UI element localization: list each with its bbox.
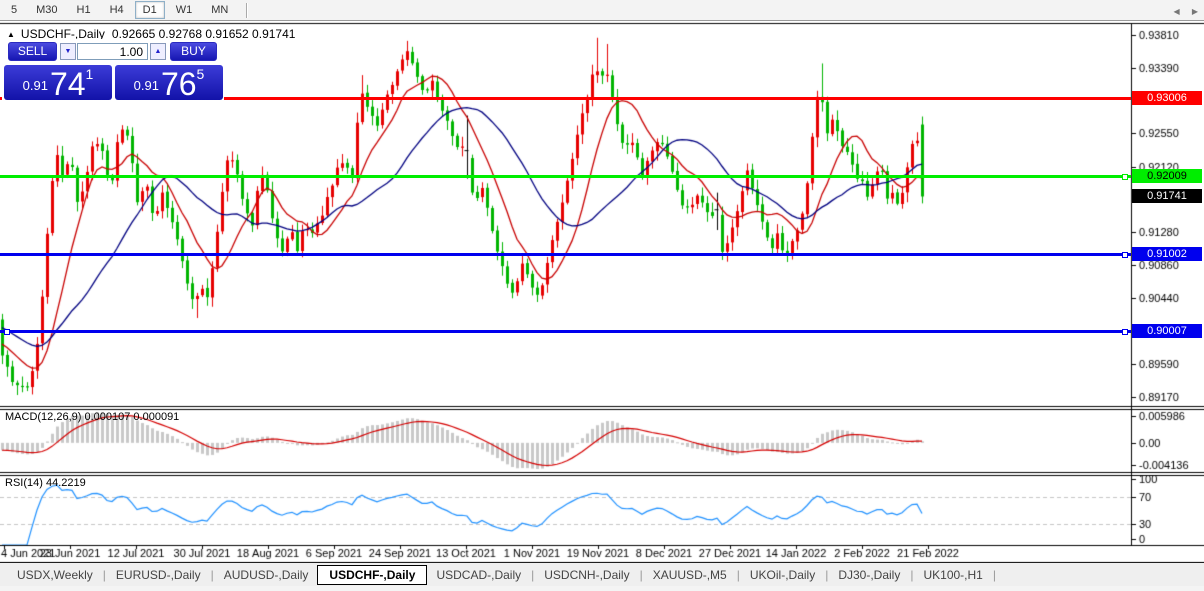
sell-price-prefix: 0.91 [23,78,48,93]
chart-tab-bar: USDX,Weekly|EURUSD-,Daily|AUDUSD-,DailyU… [0,563,1204,586]
collapse-icon[interactable]: ▲ [7,30,15,39]
horizontal-line-0.92009[interactable] [0,175,1131,178]
chart-tab-audusd-daily[interactable]: AUDUSD-,Daily [215,566,318,584]
sell-price-panel[interactable]: 0.91 74 1 [4,65,112,100]
line-handle[interactable] [1122,174,1128,180]
timeframe-button-5[interactable]: 5 [3,1,25,19]
price-label-0.93006: 0.93006 [1132,91,1202,105]
buy-price-sup: 5 [197,66,205,82]
mt4-window: 5M30H1H4D1W1MN ▲USDCHF-,Daily0.92665 0.9… [0,0,1204,591]
toolbar-separator [246,3,248,18]
chart-tab-uk100-h1[interactable]: UK100-,H1 [914,566,991,584]
timeframe-button-h4[interactable]: H4 [102,1,132,19]
line-handle[interactable] [1122,252,1128,258]
chart-tab-eurusd-daily[interactable]: EURUSD-,Daily [107,566,210,584]
macd-indicator-label: MACD(12,26,9) 0.000107 0.000091 [5,411,179,423]
timeframe-button-m30[interactable]: M30 [28,1,65,19]
timeframe-toolbar: 5M30H1H4D1W1MN [0,0,1204,21]
rsi-title: RSI(14) [5,477,43,489]
volume-input[interactable] [77,43,148,60]
arrow-up-icon: ▲ [155,48,162,55]
buy-button[interactable]: BUY [170,42,217,61]
volume-increase-button[interactable]: ▲ [150,43,166,60]
tab-scroll-left-icon[interactable]: ◀ [1173,7,1179,16]
timeframe-button-d1[interactable]: D1 [135,1,165,19]
sell-price-sup: 1 [86,66,94,82]
one-click-trading-widget: SELL ▼ ▲ BUY 0.91 74 1 0.91 76 5 [2,39,224,102]
chart-tab-usdchf-daily[interactable]: USDCHF-,Daily [317,565,427,585]
buy-price-big: 76 [161,72,197,97]
line-handle[interactable] [1122,329,1128,335]
tab-scroll-right-icon[interactable]: ▶ [1192,7,1198,16]
chart-tab-usdcad-daily[interactable]: USDCAD-,Daily [427,566,530,584]
macd-title: MACD(12,26,9) [5,411,81,423]
volume-decrease-button[interactable]: ▼ [60,43,76,60]
arrow-down-icon: ▼ [65,48,72,55]
sell-button[interactable]: SELL [8,42,57,61]
chart-tab-xauusd-m5[interactable]: XAUUSD-,M5 [644,566,736,584]
horizontal-line-0.91002[interactable] [0,253,1131,256]
buy-price-panel[interactable]: 0.91 76 5 [115,65,223,100]
price-label-0.91002: 0.91002 [1132,247,1202,261]
timeframe-button-w1[interactable]: W1 [168,1,201,19]
chart-tab-usdcnh-daily[interactable]: USDCNH-,Daily [535,566,638,584]
chart-tab-ukoil-daily[interactable]: UKOil-,Daily [741,566,824,584]
tab-scroll-arrows: ◀ ▶ [1163,7,1198,16]
sell-price-big: 74 [50,72,86,97]
macd-values: 0.000107 0.000091 [84,411,179,423]
chart-tab-dj30-daily[interactable]: DJ30-,Daily [829,566,909,584]
buy-price-prefix: 0.91 [134,78,159,93]
price-label-0.90007: 0.90007 [1132,324,1202,338]
current-price-label: 0.91741 [1132,189,1202,203]
horizontal-line-0.90007[interactable] [0,330,1131,333]
chart-tab-usdx-weekly[interactable]: USDX,Weekly [8,566,102,584]
window-bottom-strip [0,586,1204,591]
timeframe-button-mn[interactable]: MN [203,1,236,19]
price-label-0.92009: 0.92009 [1132,169,1202,183]
line-handle[interactable] [4,329,10,335]
rsi-indicator-label: RSI(14) 44.2219 [5,477,86,489]
tab-separator: | [992,568,997,582]
timeframe-button-h1[interactable]: H1 [69,1,99,19]
rsi-value: 44.2219 [46,477,86,489]
